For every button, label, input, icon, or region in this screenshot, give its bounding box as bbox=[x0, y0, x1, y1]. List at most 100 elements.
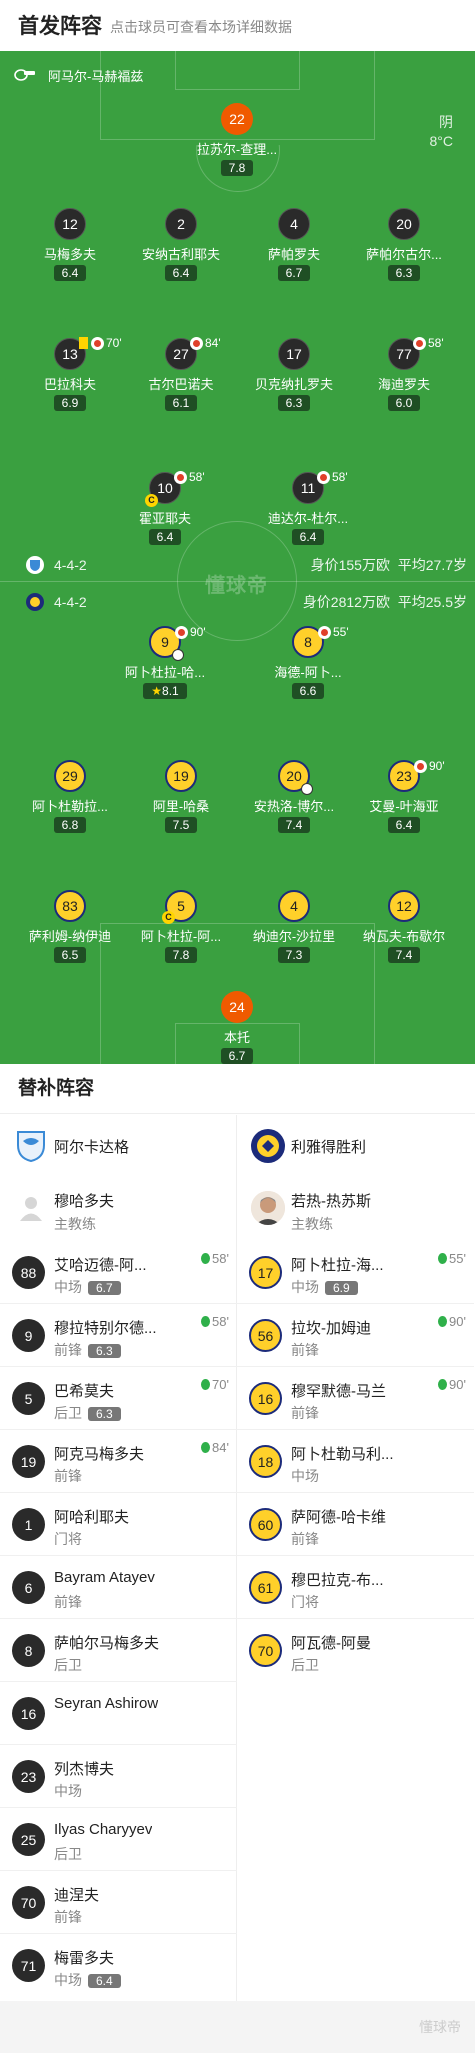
player-name: 阿卜杜拉-哈... bbox=[124, 665, 206, 680]
away-player-def[interactable]: 12 纳瓦夫-布歇尔 7.4 bbox=[344, 890, 464, 964]
sub-number: 71 bbox=[12, 1949, 45, 1982]
home-team-name: 阿尔卡达格 bbox=[54, 1139, 130, 1156]
home-player-mid[interactable]: 27 84' 古尔巴诺夫 6.1 bbox=[121, 336, 241, 412]
home-coach-row[interactable]: 穆哈多夫 主教练 bbox=[0, 1178, 237, 1241]
sub-number: 60 bbox=[249, 1508, 282, 1541]
sub-position: 中场 6.4 bbox=[54, 1970, 121, 1990]
player-name: 阿卜杜勒拉... bbox=[32, 799, 108, 814]
home-team-row[interactable]: 阿尔卡达格 bbox=[0, 1115, 237, 1178]
away-coach-row[interactable]: 若热-热苏斯 主教练 bbox=[237, 1178, 474, 1241]
home-player-mid[interactable]: 17 贝克纳扎罗夫 6.3 bbox=[234, 338, 354, 412]
home-sub-row[interactable]: 71 梅雷多夫 中场 6.4 bbox=[0, 1934, 237, 1997]
player-number: 2 bbox=[165, 208, 197, 240]
player-number: 11 58' bbox=[292, 470, 348, 504]
home-player-gk[interactable]: 22 拉苏尔-查理... 7.8 bbox=[177, 103, 297, 177]
player-rating: 7.4 bbox=[277, 817, 311, 833]
away-player-fwd[interactable]: 9 90' 阿卜杜拉-哈... ★8.1 bbox=[105, 625, 225, 700]
player-rating: 7.3 bbox=[277, 947, 311, 963]
lineup-header: 首发阵容 点击球员可查看本场详细数据 bbox=[0, 0, 475, 50]
sub-off-icon bbox=[91, 336, 104, 350]
away-sub-row[interactable]: 70 阿瓦德-阿曼 后卫 bbox=[237, 1619, 474, 1682]
sub-on-icon bbox=[201, 1253, 211, 1264]
away-player-fwd[interactable]: 8 55' 海德-阿卜... 6.6 bbox=[248, 625, 368, 700]
sub-number: 70 bbox=[12, 1886, 45, 1919]
sub-on-icon bbox=[438, 1316, 448, 1327]
away-player-mid[interactable]: 20 安热洛-博尔... 7.4 bbox=[234, 760, 354, 834]
player-rating: 6.3 bbox=[387, 265, 421, 281]
home-player-mid[interactable]: 77 58' 海迪罗夫 6.0 bbox=[344, 336, 464, 412]
home-sub-row[interactable]: 25 Ilyas Charyyev 后卫 bbox=[0, 1808, 237, 1871]
home-sub-row[interactable]: 70 迪涅夫 前锋 bbox=[0, 1871, 237, 1934]
sub-time: 55' bbox=[438, 1251, 466, 1266]
sub-name: 列杰博夫 bbox=[54, 1761, 115, 1778]
home-player-def[interactable]: 12 马梅多夫 6.4 bbox=[10, 208, 130, 282]
pitch: 懂球帝 阿马尔-马赫福兹 阴 8°C 4-4-2 身价155万欧 平均27.7岁… bbox=[0, 51, 475, 1064]
home-player-def[interactable]: 2 安纳古利耶夫 6.4 bbox=[121, 208, 241, 282]
sub-name: 萨帕尔马梅多夫 bbox=[54, 1635, 160, 1652]
away-team-row[interactable]: 利雅得胜利 bbox=[237, 1115, 474, 1178]
away-team-bar[interactable]: 4-4-2 身价2812万欧 平均25.5岁 bbox=[0, 588, 475, 616]
home-player-fwd[interactable]: 11 58' 迪达尔-杜尔... 6.4 bbox=[248, 470, 368, 546]
home-player-def[interactable]: 4 萨帕罗夫 6.7 bbox=[234, 208, 354, 282]
player-name: 巴拉科夫 bbox=[43, 377, 96, 392]
sub-position: 中场 bbox=[54, 1783, 82, 1799]
away-sub-row[interactable]: 18 阿卜杜勒马利... 中场 bbox=[237, 1430, 474, 1493]
sub-position: 前锋 bbox=[54, 1909, 82, 1925]
player-name: 霍亚耶夫 bbox=[138, 511, 191, 526]
away-player-def[interactable]: 4 纳迪尔-沙拉里 7.3 bbox=[234, 890, 354, 964]
home-player-def[interactable]: 20 萨帕尔古尔... 6.3 bbox=[344, 208, 464, 282]
sub-position: 前锋 bbox=[54, 1594, 82, 1610]
player-number-text: 13 bbox=[62, 346, 78, 362]
away-sub-row[interactable]: 17 阿卜杜拉-海... 中场 6.9 55' bbox=[237, 1241, 474, 1304]
home-sub-row[interactable]: 5 巴希莫夫 后卫 6.3 70' bbox=[0, 1367, 237, 1430]
sub-name: 梅雷多夫 bbox=[54, 1950, 115, 1967]
home-player-mid[interactable]: 13 70' 巴拉科夫 6.9 bbox=[10, 336, 130, 412]
coach-avatar-icon bbox=[251, 1191, 285, 1225]
away-player-mid[interactable]: 29 阿卜杜勒拉... 6.8 bbox=[10, 760, 130, 834]
away-player-def[interactable]: 83 萨利姆-纳伊迪 6.5 bbox=[10, 890, 130, 964]
sub-position: 门将 bbox=[54, 1531, 82, 1547]
player-number: 8 55' bbox=[292, 625, 349, 658]
home-sub-row[interactable]: 9 穆拉特别尔德... 前锋 6.3 58' bbox=[0, 1304, 237, 1367]
away-player-mid[interactable]: 23 90' 艾曼-叶海亚 6.4 bbox=[344, 759, 464, 834]
home-sub-row[interactable]: 19 阿克马梅多夫 前锋 84' bbox=[0, 1430, 237, 1493]
home-sub-row[interactable]: 16 Seyran Ashirow bbox=[0, 1682, 237, 1745]
home-team-bar[interactable]: 4-4-2 身价155万欧 平均27.7岁 bbox=[0, 551, 475, 579]
away-player-mid[interactable]: 19 阿里-哈桑 7.5 bbox=[121, 760, 241, 834]
player-rating: 7.5 bbox=[164, 817, 198, 833]
player-name: 马梅多夫 bbox=[43, 247, 96, 262]
player-rating: 6.3 bbox=[277, 395, 311, 411]
player-number: 17 bbox=[278, 338, 310, 370]
home-player-fwd[interactable]: 10 C 58' 霍亚耶夫 6.4 bbox=[105, 470, 225, 546]
away-sub-row[interactable]: 16 穆罕默德-马兰 前锋 90' bbox=[237, 1367, 474, 1430]
home-subs-column: 阿尔卡达格 穆哈多夫 主教练 88 艾哈迈德-阿... 中场 6.7 58' 9 … bbox=[0, 1115, 237, 2001]
away-player-gk[interactable]: 24 本托 6.7 bbox=[177, 991, 297, 1064]
yellow-card-icon bbox=[79, 337, 88, 349]
event-time: 70' bbox=[106, 336, 122, 350]
away-sub-row[interactable]: 61 穆巴拉克-布... 门将 bbox=[237, 1556, 474, 1619]
sub-time-text: 90' bbox=[449, 1314, 466, 1329]
home-sub-row[interactable]: 8 萨帕尔马梅多夫 后卫 bbox=[0, 1619, 237, 1682]
player-number-text: 27 bbox=[173, 346, 189, 362]
home-sub-row[interactable]: 6 Bayram Atayev 前锋 bbox=[0, 1556, 237, 1619]
home-sub-row[interactable]: 23 列杰博夫 中场 bbox=[0, 1745, 237, 1808]
sub-off-icon bbox=[317, 470, 330, 484]
weather-condition: 阴 bbox=[439, 114, 453, 130]
player-name: 纳迪尔-沙拉里 bbox=[252, 929, 336, 944]
away-sub-row[interactable]: 60 萨阿德-哈卡维 前锋 bbox=[237, 1493, 474, 1556]
player-number: 13 70' bbox=[54, 336, 122, 370]
away-team-logo-icon bbox=[251, 1129, 285, 1163]
sub-number: 8 bbox=[12, 1634, 45, 1667]
player-rating: 6.7 bbox=[220, 1048, 254, 1064]
footer-watermark: 懂球帝 bbox=[419, 2019, 461, 2035]
sub-name: 穆巴拉克-布... bbox=[291, 1572, 384, 1589]
away-player-def[interactable]: 5 C 阿卜杜拉-阿... 7.8 bbox=[121, 890, 241, 964]
away-sub-row[interactable]: 56 拉坎-加姆迪 前锋 90' bbox=[237, 1304, 474, 1367]
event-time: 58' bbox=[428, 336, 444, 350]
home-sub-row[interactable]: 1 阿哈利耶夫 门将 bbox=[0, 1493, 237, 1556]
player-number: 20 bbox=[278, 760, 313, 795]
home-sub-row[interactable]: 88 艾哈迈德-阿... 中场 6.7 58' bbox=[0, 1241, 237, 1304]
sub-time: 58' bbox=[201, 1314, 229, 1329]
player-event: 55' bbox=[318, 625, 349, 639]
sub-position: 前锋 6.3 bbox=[54, 1340, 121, 1360]
